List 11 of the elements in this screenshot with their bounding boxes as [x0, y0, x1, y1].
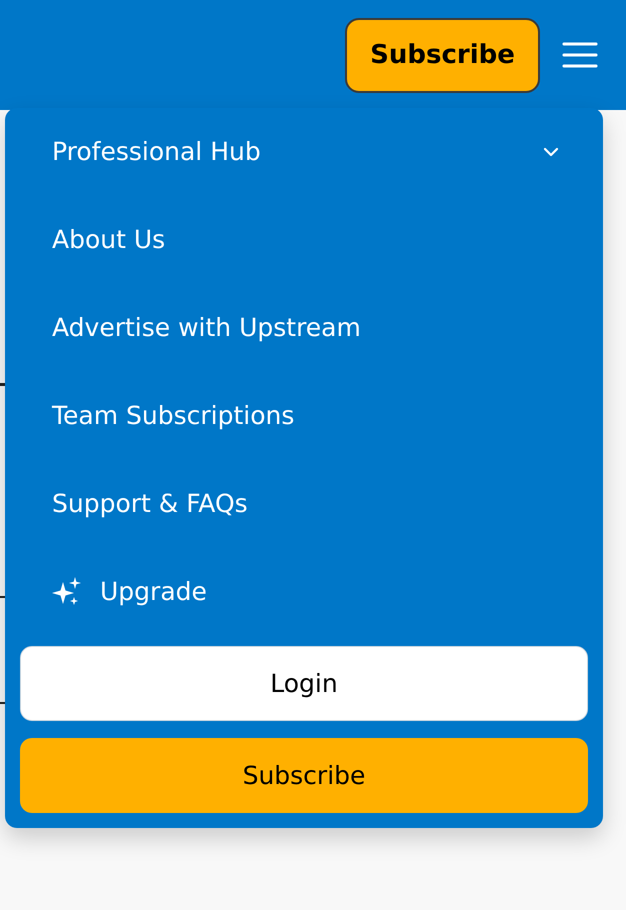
subscribe-button[interactable]: Subscribe	[345, 18, 540, 92]
menu-item[interactable]: Upgrade	[5, 548, 603, 636]
sparkle-icon	[52, 577, 82, 607]
menu-item[interactable]: Support & FAQs	[5, 460, 603, 548]
subscribe-button[interactable]: Subscribe	[20, 738, 588, 813]
menu-item[interactable]: Advertise with Upstream	[5, 284, 603, 372]
login-button[interactable]: Login	[20, 646, 588, 721]
menu-item[interactable]: About Us	[5, 196, 603, 284]
menu-item[interactable]: Professional Hub	[5, 108, 603, 196]
menu-icon[interactable]	[562, 42, 598, 68]
menu-item[interactable]: Team Subscriptions	[5, 372, 603, 460]
